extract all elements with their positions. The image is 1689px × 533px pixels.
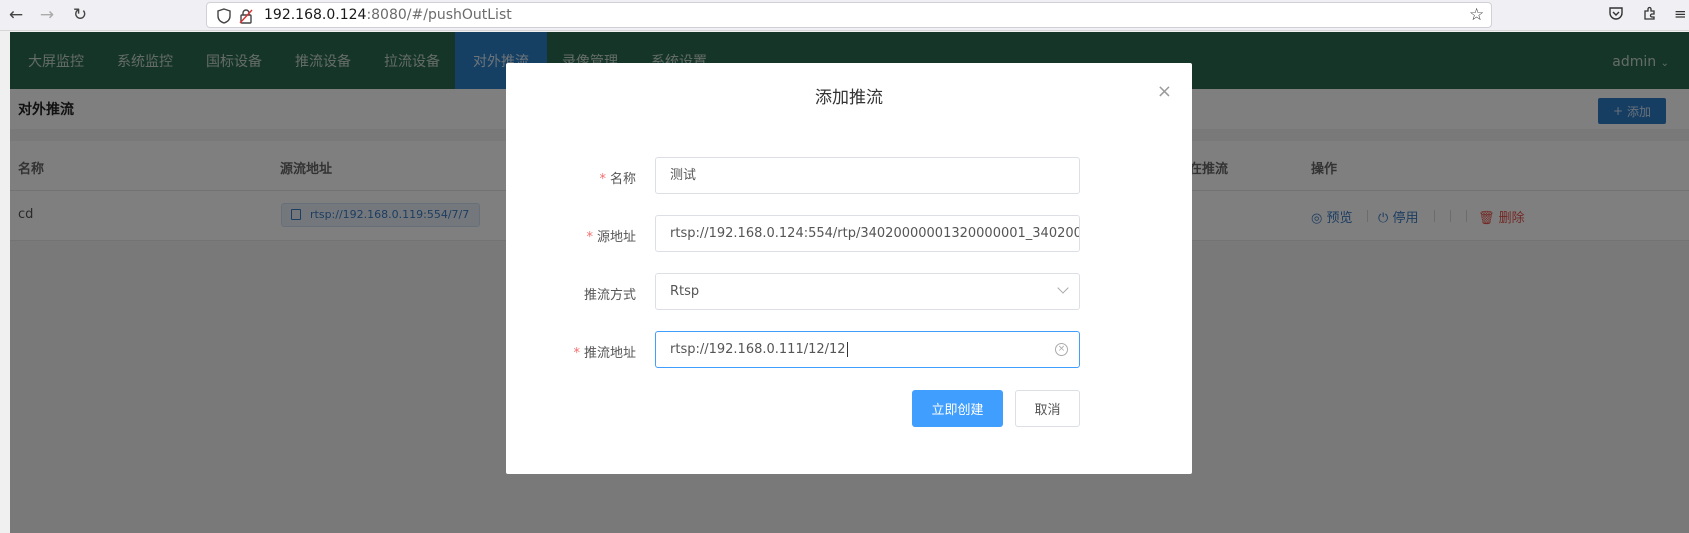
text-caret xyxy=(846,342,848,357)
source-input[interactable]: rtsp://192.168.0.124:554/rtp/34020000001… xyxy=(655,215,1080,252)
address-bar[interactable]: 192.168.0.124:8080/#/pushOutList ☆ xyxy=(206,2,1492,28)
add-push-dialog: 添加推流 × * 名称 测试 * 源地址 rtsp://192.168.0.124:… xyxy=(506,63,1192,474)
target-input-value: rtsp://192.168.0.111/12/12 xyxy=(670,342,846,357)
method-select[interactable]: Rtsp xyxy=(655,273,1080,310)
method-label: 推流方式 xyxy=(583,288,636,303)
reload-icon[interactable]: ↻ xyxy=(68,4,92,26)
name-input[interactable]: 测试 xyxy=(655,157,1080,194)
target-input[interactable]: rtsp://192.168.0.111/12/12 × xyxy=(655,331,1080,368)
target-label: * 推流地址 xyxy=(573,346,636,361)
cancel-button[interactable]: 取消 xyxy=(1015,390,1080,427)
url-text[interactable]: 192.168.0.124:8080/#/pushOutList xyxy=(264,7,512,23)
source-label: * 源地址 xyxy=(586,230,636,245)
browser-toolbar: ← → ↻ 192.168.0.124:8080/#/pushOutList ☆… xyxy=(0,0,1689,31)
close-icon[interactable]: × xyxy=(1157,81,1172,102)
create-button[interactable]: 立即创建 xyxy=(912,390,1003,427)
chevron-down-icon xyxy=(1057,282,1069,294)
name-label: * 名称 xyxy=(599,172,636,187)
method-select-value: Rtsp xyxy=(670,284,700,299)
shield-icon[interactable] xyxy=(215,7,233,25)
dialog-title: 添加推流 xyxy=(815,88,883,108)
clear-circle-icon[interactable]: × xyxy=(1055,343,1068,356)
bookmark-star-icon[interactable]: ☆ xyxy=(1469,5,1484,25)
insecure-lock-icon[interactable] xyxy=(237,7,255,25)
menu-hamburger-icon[interactable]: ≡ xyxy=(1674,5,1687,23)
extensions-puzzle-icon[interactable] xyxy=(1642,5,1658,21)
pocket-icon[interactable] xyxy=(1608,5,1624,21)
back-arrow-icon[interactable]: ← xyxy=(4,4,28,26)
forward-arrow-icon[interactable]: → xyxy=(35,4,59,26)
